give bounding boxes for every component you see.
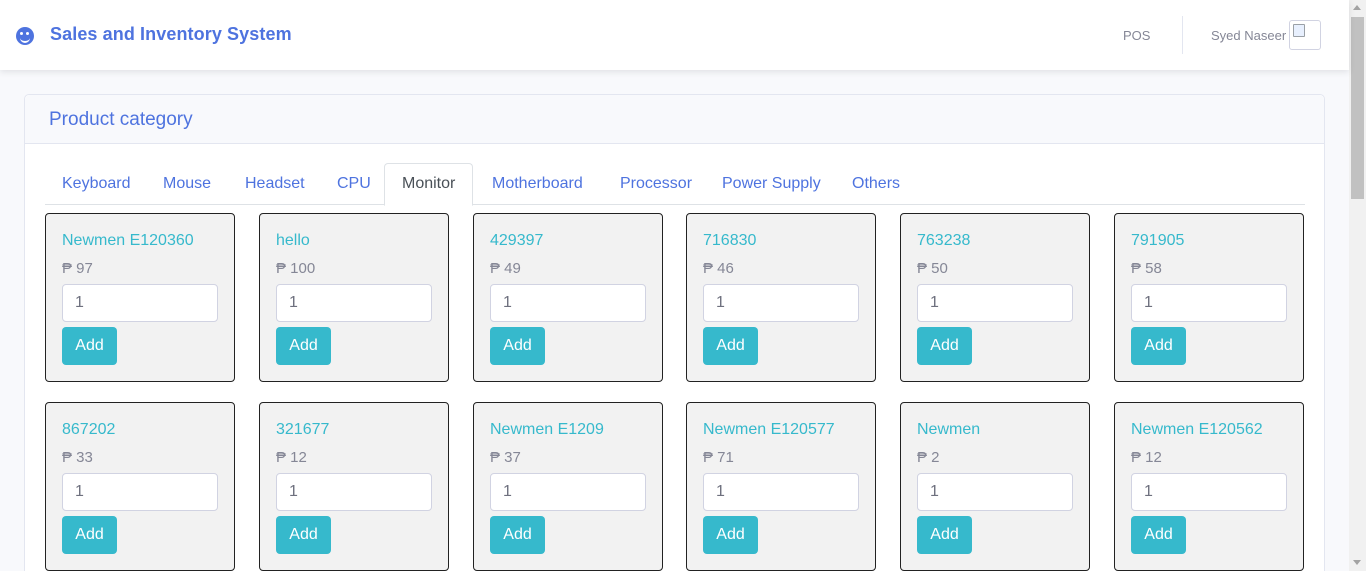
scrollbar-thumb[interactable] bbox=[1351, 17, 1364, 199]
card-title: Product category bbox=[49, 109, 193, 130]
tab-keyboard[interactable]: Keyboard bbox=[45, 163, 148, 205]
quantity-input[interactable] bbox=[703, 284, 859, 322]
tab-power-supply[interactable]: Power Supply bbox=[705, 163, 838, 205]
add-button[interactable]: Add bbox=[276, 327, 331, 365]
vertical-scrollbar[interactable] bbox=[1349, 0, 1366, 571]
product-card: Newmen ₱ 2 Add bbox=[900, 402, 1090, 571]
product-name[interactable]: Newmen E1209 bbox=[490, 421, 604, 439]
quantity-input[interactable] bbox=[1131, 284, 1287, 322]
product-name[interactable]: 763238 bbox=[917, 232, 970, 250]
product-price: ₱ 2 bbox=[917, 449, 940, 466]
product-card: Newmen E1209 ₱ 37 Add bbox=[473, 402, 663, 571]
add-button[interactable]: Add bbox=[1131, 327, 1186, 365]
scroll-up-arrow-icon[interactable] bbox=[1353, 5, 1361, 10]
product-price: ₱ 12 bbox=[1131, 449, 1162, 466]
scroll-down-arrow-icon[interactable] bbox=[1353, 560, 1361, 565]
quantity-input[interactable] bbox=[490, 284, 646, 322]
add-button[interactable]: Add bbox=[62, 516, 117, 554]
brand-title[interactable]: Sales and Inventory System bbox=[50, 24, 292, 45]
product-name[interactable]: Newmen bbox=[917, 421, 980, 439]
quantity-input[interactable] bbox=[62, 473, 218, 511]
product-price: ₱ 100 bbox=[276, 260, 316, 277]
quantity-input[interactable] bbox=[276, 284, 432, 322]
product-price: ₱ 12 bbox=[276, 449, 307, 466]
product-name[interactable]: 791905 bbox=[1131, 232, 1184, 250]
tab-cpu[interactable]: CPU bbox=[320, 163, 388, 205]
tab-others[interactable]: Others bbox=[835, 163, 917, 205]
add-button[interactable]: Add bbox=[917, 327, 972, 365]
add-button[interactable]: Add bbox=[1131, 516, 1186, 554]
avatar[interactable] bbox=[1289, 20, 1321, 50]
add-button[interactable]: Add bbox=[490, 327, 545, 365]
topbar: Sales and Inventory System POS Syed Nase… bbox=[0, 0, 1349, 70]
product-card: 867202 ₱ 33 Add bbox=[45, 402, 235, 571]
add-button[interactable]: Add bbox=[276, 516, 331, 554]
quantity-input[interactable] bbox=[917, 473, 1073, 511]
add-button[interactable]: Add bbox=[917, 516, 972, 554]
product-price: ₱ 49 bbox=[490, 260, 521, 277]
add-button[interactable]: Add bbox=[62, 327, 117, 365]
tab-monitor[interactable]: Monitor bbox=[384, 163, 474, 206]
product-price: ₱ 33 bbox=[62, 449, 93, 466]
quantity-input[interactable] bbox=[917, 284, 1073, 322]
product-name[interactable]: Newmen E120577 bbox=[703, 421, 835, 439]
topbar-divider bbox=[1182, 16, 1183, 54]
product-card: Newmen E120562 ₱ 12 Add bbox=[1114, 402, 1304, 571]
add-button[interactable]: Add bbox=[490, 516, 545, 554]
product-price: ₱ 50 bbox=[917, 260, 948, 277]
category-tabs: Keyboard Mouse Headset CPU Monitor Mothe… bbox=[45, 163, 1305, 206]
quantity-input[interactable] bbox=[490, 473, 646, 511]
quantity-input[interactable] bbox=[1131, 473, 1287, 511]
add-button[interactable]: Add bbox=[703, 516, 758, 554]
product-name[interactable]: 429397 bbox=[490, 232, 543, 250]
tab-motherboard[interactable]: Motherboard bbox=[475, 163, 600, 205]
product-card: 763238 ₱ 50 Add bbox=[900, 213, 1090, 382]
product-name[interactable]: 716830 bbox=[703, 232, 756, 250]
add-button[interactable]: Add bbox=[703, 327, 758, 365]
pos-link[interactable]: POS bbox=[1123, 28, 1150, 43]
product-name[interactable]: 867202 bbox=[62, 421, 115, 439]
product-card: Newmen E120360 ₱ 97 Add bbox=[45, 213, 235, 382]
product-name[interactable]: Newmen E120360 bbox=[62, 232, 194, 250]
quantity-input[interactable] bbox=[276, 473, 432, 511]
product-card: 716830 ₱ 46 Add bbox=[686, 213, 876, 382]
grin-icon[interactable] bbox=[16, 27, 34, 45]
product-price: ₱ 37 bbox=[490, 449, 521, 466]
product-card: hello ₱ 100 Add bbox=[259, 213, 449, 382]
product-category-card: Product category Keyboard Mouse Headset … bbox=[24, 94, 1325, 571]
quantity-input[interactable] bbox=[703, 473, 859, 511]
product-card: 429397 ₱ 49 Add bbox=[473, 213, 663, 382]
product-price: ₱ 71 bbox=[703, 449, 734, 466]
product-card: 321677 ₱ 12 Add bbox=[259, 402, 449, 571]
product-price: ₱ 46 bbox=[703, 260, 734, 277]
product-price: ₱ 97 bbox=[62, 260, 93, 277]
tab-headset[interactable]: Headset bbox=[228, 163, 322, 205]
product-card: 791905 ₱ 58 Add bbox=[1114, 213, 1304, 382]
product-price: ₱ 58 bbox=[1131, 260, 1162, 277]
quantity-input[interactable] bbox=[62, 284, 218, 322]
product-name[interactable]: 321677 bbox=[276, 421, 329, 439]
card-header: Product category bbox=[25, 95, 1324, 144]
product-name[interactable]: hello bbox=[276, 232, 310, 250]
product-name[interactable]: Newmen E120562 bbox=[1131, 421, 1263, 439]
product-card: Newmen E120577 ₱ 71 Add bbox=[686, 402, 876, 571]
user-name[interactable]: Syed Naseer bbox=[1211, 28, 1286, 43]
tab-mouse[interactable]: Mouse bbox=[146, 163, 228, 205]
tab-processor[interactable]: Processor bbox=[603, 163, 709, 205]
